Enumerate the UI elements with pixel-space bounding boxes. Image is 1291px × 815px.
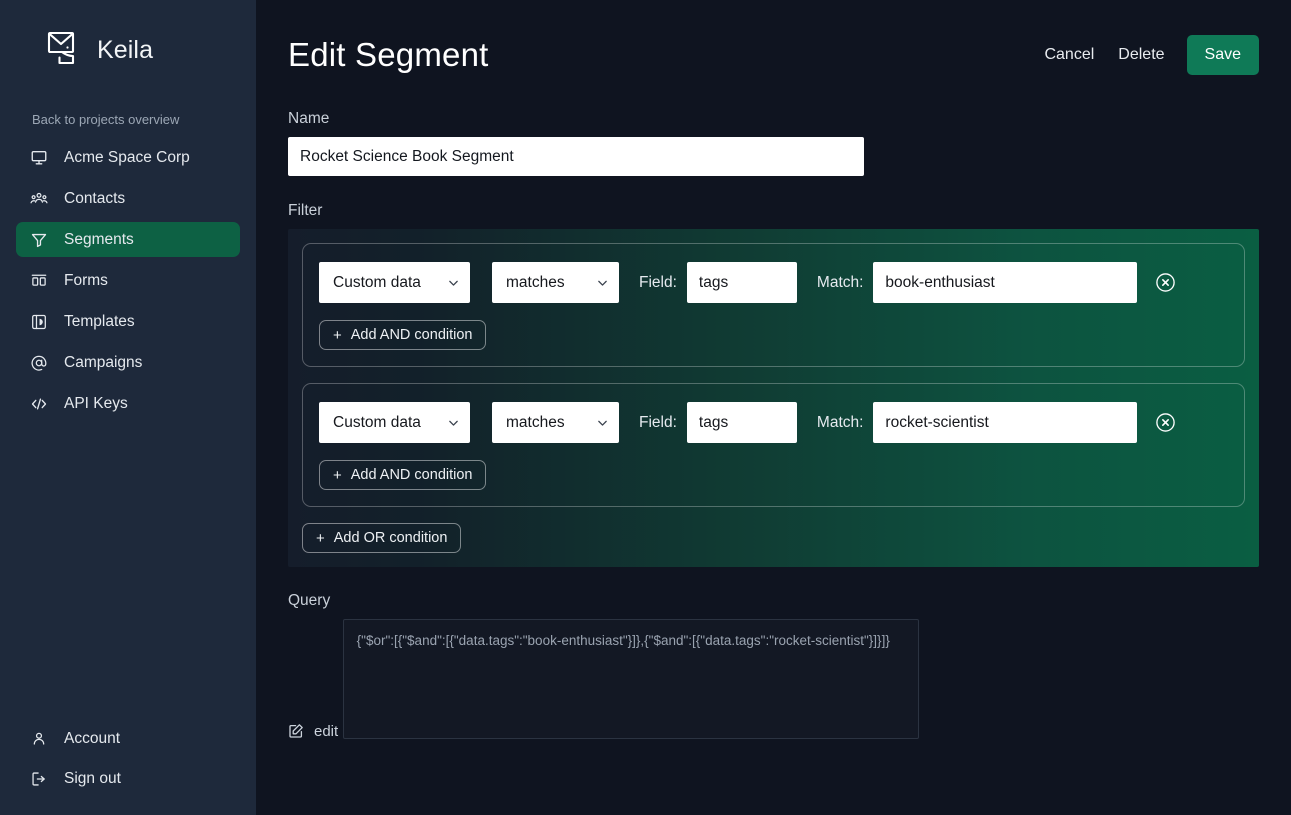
- sidebar: Keila Back to projects overview Acme Spa…: [0, 0, 256, 815]
- sidebar-item-templates[interactable]: Templates: [16, 304, 240, 339]
- save-button[interactable]: Save: [1187, 35, 1259, 75]
- sidebar-item-label: Campaigns: [64, 354, 142, 372]
- condition-operator-select[interactable]: matches: [492, 402, 619, 443]
- add-and-condition-button[interactable]: + Add AND condition: [319, 320, 486, 350]
- sidebar-nav-wrapper: Back to projects overview Acme Space Cor…: [0, 112, 256, 426]
- main-content: Edit Segment Cancel Delete Save Name Fil…: [256, 0, 1291, 815]
- sidebar-nav: Acme Space Corp Contacts: [0, 140, 256, 426]
- remove-condition-button[interactable]: [1153, 271, 1177, 295]
- filter-condition-row: Custom data matches: [319, 402, 1228, 443]
- add-and-condition-label: Add AND condition: [351, 327, 473, 343]
- condition-match-input[interactable]: [873, 262, 1137, 303]
- brand: Keila: [0, 0, 256, 62]
- add-and-condition-button[interactable]: + Add AND condition: [319, 460, 486, 490]
- sidebar-item-forms[interactable]: Forms: [16, 263, 240, 298]
- sidebar-item-account[interactable]: Account: [16, 721, 240, 756]
- condition-operator-select-wrapper: matches: [492, 402, 619, 443]
- sidebar-item-sign-out[interactable]: Sign out: [16, 761, 240, 796]
- add-and-condition-label: Add AND condition: [351, 467, 473, 483]
- sidebar-item-label: Sign out: [64, 770, 121, 788]
- page-title: Edit Segment: [288, 36, 1032, 74]
- user-icon: [30, 730, 48, 748]
- plus-icon: +: [316, 531, 325, 546]
- code-brackets-icon: [30, 395, 48, 413]
- filter-panel: Custom data matches: [288, 229, 1259, 567]
- sidebar-item-acme-space-corp[interactable]: Acme Space Corp: [16, 140, 240, 175]
- query-textarea[interactable]: {"$or":[{"$and":[{"data.tags":"book-enth…: [343, 619, 919, 739]
- remove-circle-icon: [1155, 412, 1176, 433]
- field-label: Field:: [639, 414, 677, 432]
- query-label: Query: [288, 592, 1259, 610]
- sidebar-item-contacts[interactable]: Contacts: [16, 181, 240, 216]
- condition-field-input[interactable]: [687, 402, 797, 443]
- delete-button[interactable]: Delete: [1106, 38, 1176, 72]
- funnel-icon: [30, 231, 48, 249]
- sidebar-item-label: Contacts: [64, 190, 125, 208]
- condition-type-select[interactable]: Custom data: [319, 262, 470, 303]
- filter-condition-row: Custom data matches: [319, 262, 1228, 303]
- page-header: Edit Segment Cancel Delete Save: [256, 0, 1291, 110]
- users-icon: [30, 190, 48, 208]
- plus-icon: +: [333, 468, 342, 483]
- segment-name-input[interactable]: [288, 137, 864, 176]
- filter-or-group: Custom data matches: [302, 243, 1245, 367]
- sidebar-item-label: Acme Space Corp: [64, 149, 190, 167]
- match-label: Match:: [817, 274, 864, 292]
- logout-icon: [30, 770, 48, 788]
- back-to-projects-link[interactable]: Back to projects overview: [0, 112, 256, 127]
- form-content: Name Filter Custom data: [256, 110, 1291, 751]
- sidebar-bottom-nav: Account Sign out: [0, 721, 256, 801]
- remove-condition-button[interactable]: [1153, 411, 1177, 435]
- field-label: Field:: [639, 274, 677, 292]
- condition-field-input[interactable]: [687, 262, 797, 303]
- condition-operator-select-wrapper: matches: [492, 262, 619, 303]
- filter-or-group: Custom data matches: [302, 383, 1245, 507]
- sidebar-item-api-keys[interactable]: API Keys: [16, 386, 240, 421]
- sidebar-item-label: Account: [64, 730, 120, 748]
- header-actions: Cancel Delete Save: [1032, 35, 1259, 75]
- app-root: Keila Back to projects overview Acme Spa…: [0, 0, 1291, 815]
- query-edit-label: edit: [314, 723, 338, 740]
- plus-icon: +: [333, 328, 342, 343]
- filter-section-label: Filter: [288, 202, 1259, 220]
- condition-type-select-wrapper: Custom data: [319, 262, 470, 303]
- spacer: [288, 176, 1259, 202]
- sidebar-item-segments[interactable]: Segments: [16, 222, 240, 257]
- keila-envelope-logo-icon: [46, 30, 88, 70]
- query-edit-link[interactable]: edit: [288, 723, 338, 740]
- add-or-condition-label: Add OR condition: [334, 530, 448, 546]
- condition-type-select-wrapper: Custom data: [319, 402, 470, 443]
- forms-grid-icon: [30, 272, 48, 290]
- add-or-condition-button[interactable]: + Add OR condition: [302, 523, 461, 553]
- template-icon: [30, 313, 48, 331]
- condition-type-select[interactable]: Custom data: [319, 402, 470, 443]
- query-section: Query edit {"$or":[{"$and":[{"data.tags"…: [288, 592, 1259, 751]
- sidebar-item-label: API Keys: [64, 395, 128, 413]
- monitor-icon: [30, 149, 48, 167]
- cancel-button[interactable]: Cancel: [1032, 38, 1106, 72]
- sidebar-item-label: Templates: [64, 313, 135, 331]
- pencil-square-icon: [288, 723, 304, 739]
- brand-name: Keila: [97, 36, 153, 65]
- at-sign-icon: [30, 354, 48, 372]
- name-field-label: Name: [288, 110, 1259, 128]
- sidebar-item-label: Forms: [64, 272, 108, 290]
- condition-match-input[interactable]: [873, 402, 1137, 443]
- condition-operator-select[interactable]: matches: [492, 262, 619, 303]
- sidebar-item-campaigns[interactable]: Campaigns: [16, 345, 240, 380]
- match-label: Match:: [817, 414, 864, 432]
- remove-circle-icon: [1155, 272, 1176, 293]
- sidebar-item-label: Segments: [64, 231, 134, 249]
